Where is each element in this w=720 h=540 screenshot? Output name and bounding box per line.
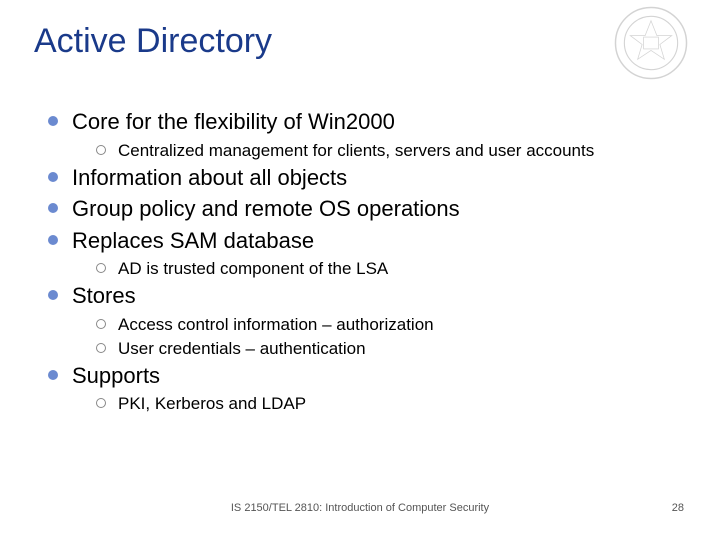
bullet-text: Replaces SAM database	[72, 227, 314, 255]
bullet-level2: Centralized management for clients, serv…	[96, 140, 690, 162]
bullet-text: Stores	[72, 282, 136, 310]
ring-bullet-icon	[96, 145, 106, 155]
bullet-level2: PKI, Kerberos and LDAP	[96, 393, 690, 415]
disc-bullet-icon	[48, 370, 58, 380]
bullet-level1: Stores	[48, 282, 690, 310]
subbullet-text: AD is trusted component of the LSA	[118, 258, 388, 280]
bullet-text: Group policy and remote OS operations	[72, 195, 460, 223]
bullet-level1: Replaces SAM database	[48, 227, 690, 255]
ring-bullet-icon	[96, 319, 106, 329]
slide-body: Core for the flexibility of Win2000 Cent…	[48, 108, 690, 417]
bullet-text: Supports	[72, 362, 160, 390]
slide-title: Active Directory	[34, 22, 272, 61]
ring-bullet-icon	[96, 398, 106, 408]
disc-bullet-icon	[48, 235, 58, 245]
seal-icon	[614, 6, 688, 80]
disc-bullet-icon	[48, 203, 58, 213]
subbullet-text: Centralized management for clients, serv…	[118, 140, 594, 162]
disc-bullet-icon	[48, 172, 58, 182]
bullet-text: Core for the flexibility of Win2000	[72, 108, 395, 136]
disc-bullet-icon	[48, 290, 58, 300]
bullet-text: Information about all objects	[72, 164, 347, 192]
bullet-level2: User credentials – authentication	[96, 338, 690, 360]
bullet-level1: Group policy and remote OS operations	[48, 195, 690, 223]
disc-bullet-icon	[48, 116, 58, 126]
subbullet-text: User credentials – authentication	[118, 338, 366, 360]
bullet-level1: Information about all objects	[48, 164, 690, 192]
bullet-level2: AD is trusted component of the LSA	[96, 258, 690, 280]
footer-course: IS 2150/TEL 2810: Introduction of Comput…	[0, 502, 720, 514]
ring-bullet-icon	[96, 263, 106, 273]
footer-page-number: 28	[672, 502, 684, 514]
bullet-level1: Core for the flexibility of Win2000	[48, 108, 690, 136]
subbullet-text: Access control information – authorizati…	[118, 314, 434, 336]
ring-bullet-icon	[96, 343, 106, 353]
bullet-level2: Access control information – authorizati…	[96, 314, 690, 336]
subbullet-text: PKI, Kerberos and LDAP	[118, 393, 306, 415]
bullet-level1: Supports	[48, 362, 690, 390]
